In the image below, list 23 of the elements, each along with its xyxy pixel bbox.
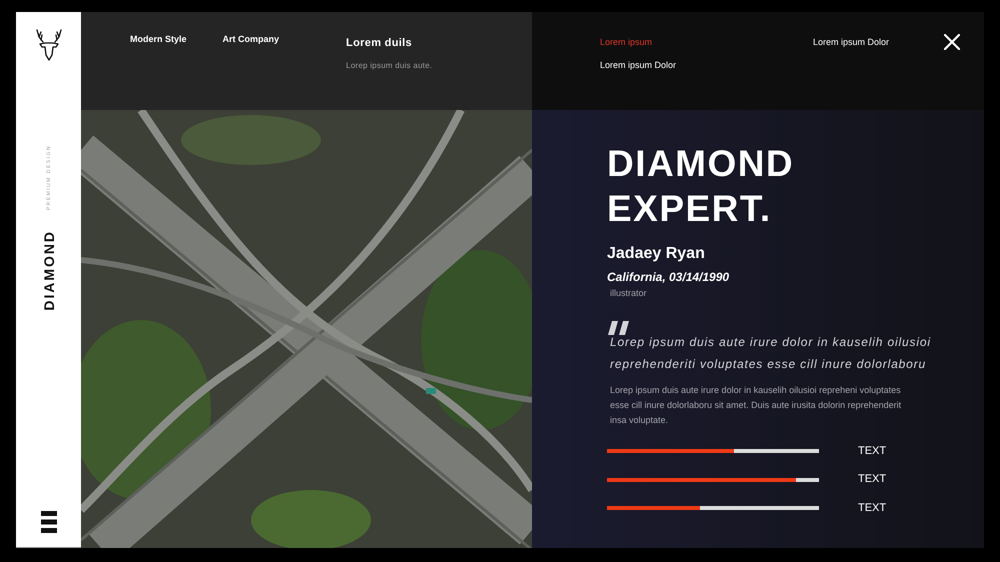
menu-icon[interactable]	[40, 511, 56, 533]
menu-link[interactable]: Lorem ipsum	[600, 37, 652, 48]
menu-link[interactable]: Lorem ipsum Dolor	[813, 37, 890, 48]
close-icon	[944, 34, 960, 50]
deer-head-icon	[36, 29, 62, 61]
quote-mark-icon	[608, 321, 630, 335]
location-date: California, 03/14/1990	[607, 270, 730, 285]
skill-label: TEXT	[858, 502, 886, 515]
feature-subtitle: Lorep ipsum duis aute.	[346, 61, 432, 71]
person-role: illustrator	[610, 288, 647, 299]
body-text: Lorep ipsum duis aute irure dolor in kauselih oilusioi repreheni voluptates esse cill inure dolorlaboru sit amet. Duis aute irusita dolorin reprehenderit insa voluptate.	[610, 384, 902, 427]
sidebar-brand: DIAMOND	[42, 230, 56, 311]
hero-title-line: EXPERT.	[607, 187, 772, 231]
nav-link[interactable]: Art Company	[222, 33, 280, 45]
skill-label: TEXT	[858, 444, 886, 458]
nav-link[interactable]: Modern Style	[130, 33, 187, 45]
person-name: Jadaey Ryan	[607, 244, 705, 264]
quote-text: Lorep ipsum duis aute irure dolor in kauselih oilusioi reprehenderiti voluptates esse cill inure dolorlaboru	[610, 334, 932, 373]
hero-title-line: DIAMOND	[607, 142, 794, 186]
menu-link[interactable]: Lorem ipsum Dolor	[600, 60, 676, 71]
feature-title: Lorem duils	[346, 36, 412, 50]
skill-label: TEXT	[858, 473, 886, 486]
close-button[interactable]	[944, 34, 960, 50]
